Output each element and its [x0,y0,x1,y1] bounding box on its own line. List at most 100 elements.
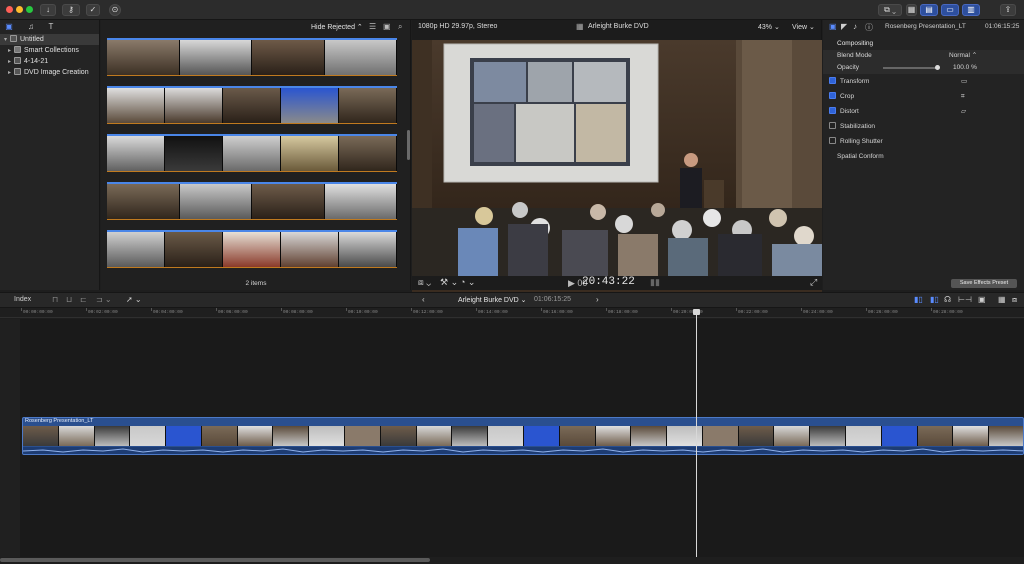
spatial-conform-section[interactable]: Spatial Conform [823,151,1024,163]
insert-clip-icon[interactable]: ⊔ [66,295,72,304]
connect-clip-icon[interactable]: ⊓ [52,295,58,304]
sidebar-item-library[interactable]: ▾ Untitled [0,34,99,45]
distort-checkbox[interactable] [829,107,836,114]
speed-icon[interactable]: ◔ ⌄ [460,277,475,288]
timeline-project-popup[interactable]: Arleight Burke DVD ⌄ [458,296,527,304]
opacity-slider[interactable] [883,67,939,69]
audio-inspector-icon[interactable]: ♪ [853,22,857,31]
sidebar-item-smart-collections[interactable]: ▸ Smart Collections [0,45,99,56]
grid-icon: ▦ [907,5,916,14]
save-effects-preset-button[interactable]: Save Effects Preset [951,279,1017,288]
opacity-value[interactable]: 100.0 % [953,62,977,74]
filter-popup[interactable]: Hide Rejected ⌃ [311,23,363,31]
effects-browser-icon[interactable]: ▦ [998,295,1006,304]
crop-onscreen-icon[interactable]: ⌗ [961,91,965,103]
video-preview[interactable] [412,40,822,292]
info-inspector-icon[interactable]: ⓘ [865,22,873,33]
rolling-shutter-checkbox[interactable] [829,137,836,144]
titles-generators-icon[interactable]: T [46,22,56,32]
opacity-slider-knob[interactable] [935,65,940,70]
skimming-icon[interactable]: ▮▯ [914,295,923,304]
clip-thumbnail [523,426,560,446]
show-timeline-button[interactable]: ▭ [941,4,959,16]
playhead[interactable] [696,309,697,557]
clip-appearance-icon[interactable]: ▣ [978,295,986,304]
ruler-tick [21,308,22,311]
back-arrow-icon[interactable]: ‹ [422,295,425,304]
blend-mode-label: Blend Mode [837,52,872,59]
ruler-label: 00:02:00:00 [88,310,118,315]
distort-onscreen-icon[interactable]: ▱ [961,106,966,118]
solo-icon[interactable]: ☊ [944,295,951,304]
index-button[interactable]: Index [14,296,31,303]
filmstrip[interactable] [107,134,397,172]
timeline-icon: ▭ [946,5,954,14]
share-button[interactable]: ⇪ [1000,4,1016,16]
item-count: 2 items [245,280,267,287]
layout-button[interactable]: ⧉ ⌄ [878,4,902,16]
import-button[interactable]: ↓ [40,4,56,16]
fullscreen-icon[interactable]: ⤢ [810,277,817,288]
select-tool-icon[interactable]: ➚ ⌄ [126,295,142,304]
filmstrip[interactable] [107,86,397,124]
distort-row[interactable]: Distort ▱ [823,106,1024,118]
enhance-icon[interactable]: ⚒ ⌄ [440,277,458,288]
filmstrip[interactable] [107,182,397,220]
ruler-tick [411,308,412,311]
media-import-button[interactable]: ▦ [906,4,917,16]
clip-appearance-icon[interactable]: ▣ [383,22,391,31]
zoom-button[interactable] [26,6,33,13]
ruler-tick [736,308,737,311]
transitions-browser-icon[interactable]: ⧈ [1012,295,1017,305]
timeline-ruler[interactable]: 00:00:00:00 00:02:00:00 00:04:00:00 00:0… [0,308,1024,318]
view-popup[interactable]: View ⌄ [792,23,815,31]
sidebar-item-event[interactable]: ▸ 4-14-21 [0,56,99,67]
keyword-button[interactable]: ⚷ [62,4,80,16]
timeline-clip[interactable]: Rosenberg Presentation_LT [22,417,1024,455]
crop-label: Crop [840,93,855,100]
stabilization-row[interactable]: Stabilization [823,121,1024,133]
show-inspector-button[interactable]: ▥ [962,4,980,16]
filmstrip[interactable] [107,230,397,268]
transform-onscreen-icon[interactable]: ▭ [961,76,967,88]
analyze-button[interactable]: ✓ [86,4,100,16]
project-title: Arleight Burke DVD [588,23,649,30]
minimize-button[interactable] [16,6,23,13]
sidebar-item-event[interactable]: ▸ DVD Image Creation [0,67,99,78]
blend-mode-popup[interactable]: Normal ⌃ [949,50,977,62]
timeline-scrollbar[interactable] [0,558,430,562]
close-button[interactable] [6,6,13,13]
browser: Hide Rejected ⌃ ☰ ▣ ⌕ 2 items [101,20,411,290]
search-icon[interactable]: ⌕ [398,22,402,32]
overwrite-clip-icon[interactable]: ⊐ ⌄ [96,295,112,304]
snapping-icon[interactable]: ⊢⊣ [958,295,972,304]
list-view-icon[interactable]: ☰ [369,22,376,31]
transform-row[interactable]: Transform ▭ [823,76,1024,88]
clip-thumbnail [702,426,739,446]
forward-arrow-icon[interactable]: › [596,295,599,304]
filter-inspector-icon[interactable]: ◤ [841,22,847,31]
zoom-popup[interactable]: 43% ⌄ [758,23,780,31]
append-clip-icon[interactable]: ⊏ [80,295,87,304]
show-browser-button[interactable]: ▤ [920,4,938,16]
stabilization-label: Stabilization [840,123,876,130]
playhead-handle[interactable] [693,309,700,315]
clip-name: Rosenberg Presentation_LT [885,23,966,30]
background-tasks-button[interactable]: ⊙ [109,4,121,16]
stabilization-checkbox[interactable] [829,122,836,129]
sidebar-header: ▣ ♫ T [0,20,99,34]
filmstrip[interactable] [107,38,397,76]
rolling-shutter-row[interactable]: Rolling Shutter [823,136,1024,148]
audio-skimming-icon[interactable]: ▮▯ [930,295,939,304]
libraries-icon[interactable]: ▣ [4,22,14,32]
compositing-section[interactable]: Compositing [823,38,1024,50]
browser-scrollbar[interactable] [407,130,410,160]
transform-tool-icon[interactable]: ⧈ ⌄ [418,277,431,288]
video-inspector-icon[interactable]: ▣ [829,22,837,31]
clip-thumbnail [881,426,918,446]
crop-row[interactable]: Crop ⌗ [823,91,1024,103]
crop-checkbox[interactable] [829,92,836,99]
photos-audio-icon[interactable]: ♫ [26,22,36,32]
timeline-toolbar: Index ⊓ ⊔ ⊏ ⊐ ⌄ ➚ ⌄ ‹ Arleight Burke DVD… [0,292,1024,308]
transform-checkbox[interactable] [829,77,836,84]
